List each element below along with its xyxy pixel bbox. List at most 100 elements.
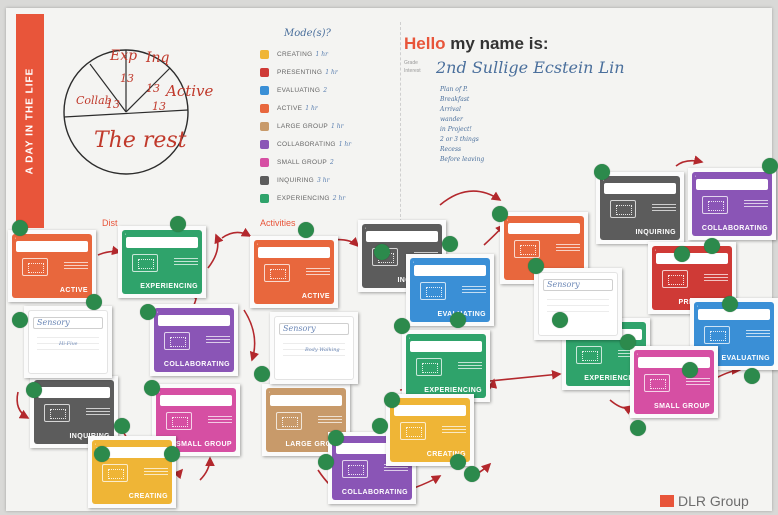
mode-card-inquiring[interactable]: ▪INQUIRING — [596, 172, 684, 244]
card-face: ▪ SMALL GROUP — [634, 350, 714, 414]
card-text-lines — [686, 378, 710, 387]
note-line: Plan of P. — [440, 86, 468, 93]
mode-card-active[interactable]: ▪ ACTIVE — [250, 236, 338, 308]
grade-label: Grade — [404, 60, 418, 66]
card-name-field — [16, 241, 88, 252]
pie-label-exp: Exp — [110, 48, 138, 64]
card-brand: ▪ — [409, 336, 411, 340]
sticker-dot — [318, 454, 334, 470]
legend-item: PRESENTING 1 hr — [260, 66, 338, 78]
legend-item: LARGE GROUP 1 hr — [260, 120, 343, 132]
mode-card-experiencing[interactable]: ▪ EXPERIENCING — [118, 226, 206, 298]
legend-item: CREATING 1 hr — [260, 48, 328, 60]
sticker-dot — [140, 304, 156, 320]
sticker-dot — [528, 258, 544, 274]
note-line: 2 or 3 things — [440, 136, 479, 143]
card-face: ▪ COLLABORATING — [692, 172, 772, 236]
sticker-dot — [552, 312, 568, 328]
mode-pictogram-icon — [702, 196, 728, 214]
note-line: wander — [440, 116, 463, 123]
card-title: ACTIVE — [59, 287, 88, 294]
legend-label: COLLABORATING — [277, 140, 336, 148]
legend-item: SMALL GROUP 2 — [260, 156, 334, 168]
legend-note: 1 hr — [338, 140, 352, 148]
note-line: Arrival — [440, 106, 461, 113]
sticker-dot — [12, 312, 28, 328]
legend-label: INQUIRING — [277, 176, 315, 184]
card-text-lines — [86, 408, 110, 417]
legend-label: EXPERIENCING — [277, 194, 330, 202]
card-face: Sensory Hi-Five — [28, 310, 108, 374]
pie-label-active: Active — [166, 82, 214, 100]
dlr-logo-mark-icon — [660, 495, 674, 507]
title-band: A DAY IN THE LIFE — [16, 14, 44, 228]
sticker-dot — [86, 294, 102, 310]
card-brand: ▪ — [507, 218, 509, 222]
legend-item: ACTIVE 1 hr — [260, 102, 318, 114]
mode-pictogram-icon — [400, 422, 426, 440]
legend-label: CREATING — [277, 50, 313, 58]
mode-card-active[interactable]: ▪ ACTIVE — [8, 230, 96, 302]
mode-pictogram-icon — [22, 258, 48, 276]
sticker-dot — [384, 392, 400, 408]
sticker-dot — [620, 334, 636, 350]
section-label-activities: Activities — [260, 218, 296, 228]
card-brand: ▪ — [157, 310, 159, 314]
note-line: Recess — [440, 146, 462, 153]
card-title: ACTIVE — [301, 293, 330, 300]
card-title: EXPERIENCING — [424, 387, 482, 394]
sticker-dot — [374, 244, 390, 260]
mode-pictogram-icon — [704, 326, 730, 344]
card-text-lines — [746, 330, 770, 339]
mode-pictogram-icon — [132, 254, 158, 272]
legend-label: EVALUATING — [277, 86, 321, 94]
card-text-lines — [744, 200, 768, 209]
blank-note-card[interactable]: Sensory — [534, 268, 622, 340]
legend-note: 2 hr — [332, 194, 346, 202]
card-name-field — [158, 315, 230, 326]
card-text-lines — [318, 416, 342, 425]
note-line: in Project! — [440, 126, 472, 133]
card-brand: ▪ — [637, 352, 639, 356]
legend-note: 1 hr — [325, 68, 338, 76]
mode-card-collaborating[interactable]: ▪ COLLABORATING — [688, 168, 776, 240]
legend-swatch — [260, 49, 269, 59]
blank-note-card[interactable]: Sensory Hi-Five — [24, 306, 112, 378]
sticker-dot — [492, 206, 508, 222]
pie-value-active: 13 — [152, 100, 166, 113]
sticker-dot — [704, 238, 720, 254]
legend-label: LARGE GROUP — [277, 122, 328, 130]
card-title: SMALL GROUP — [654, 403, 710, 410]
card-text-lines — [462, 286, 486, 295]
mode-card-experiencing[interactable]: ▪ EXPERIENCING — [402, 330, 490, 402]
card-name-field — [638, 357, 710, 368]
card-name-field — [270, 395, 342, 406]
sticker-dot — [630, 420, 646, 436]
legend-note: 1 hr — [330, 122, 344, 130]
logo-text: DLR Group — [678, 493, 749, 509]
sticker-dot — [674, 246, 690, 262]
mode-pictogram-icon — [264, 264, 290, 282]
mode-pictogram-icon — [662, 270, 688, 288]
sticker-dot — [464, 466, 480, 482]
card-name-field — [604, 183, 676, 194]
legend-label: ACTIVE — [277, 104, 303, 112]
card-brand: ▪ — [695, 174, 697, 178]
legend-heading: Mode(s)? — [284, 28, 331, 39]
card-brand: ▪ — [95, 442, 97, 446]
card-title: COLLABORATING — [341, 489, 408, 496]
mode-card-collaborating[interactable]: ▪ COLLABORATING — [150, 304, 238, 376]
sticker-dot — [594, 164, 610, 180]
mode-pictogram-icon — [166, 412, 192, 430]
card-name-field: Sensory — [543, 279, 613, 291]
mode-card-small-group[interactable]: ▪ SMALL GROUP — [630, 346, 718, 418]
legend-swatch — [260, 121, 269, 131]
card-face: Sensory — [538, 272, 618, 336]
title-band-text: A DAY IN THE LIFE — [24, 67, 36, 175]
card-title: COLLABORATING — [701, 225, 768, 232]
card-brand: ▪ — [655, 248, 657, 252]
card-brand: ▪ — [269, 390, 271, 394]
legend-note: 1 hr — [305, 104, 318, 112]
card-text-lines — [652, 204, 676, 213]
blank-note-card[interactable]: Sensory Body Walking — [270, 312, 358, 384]
